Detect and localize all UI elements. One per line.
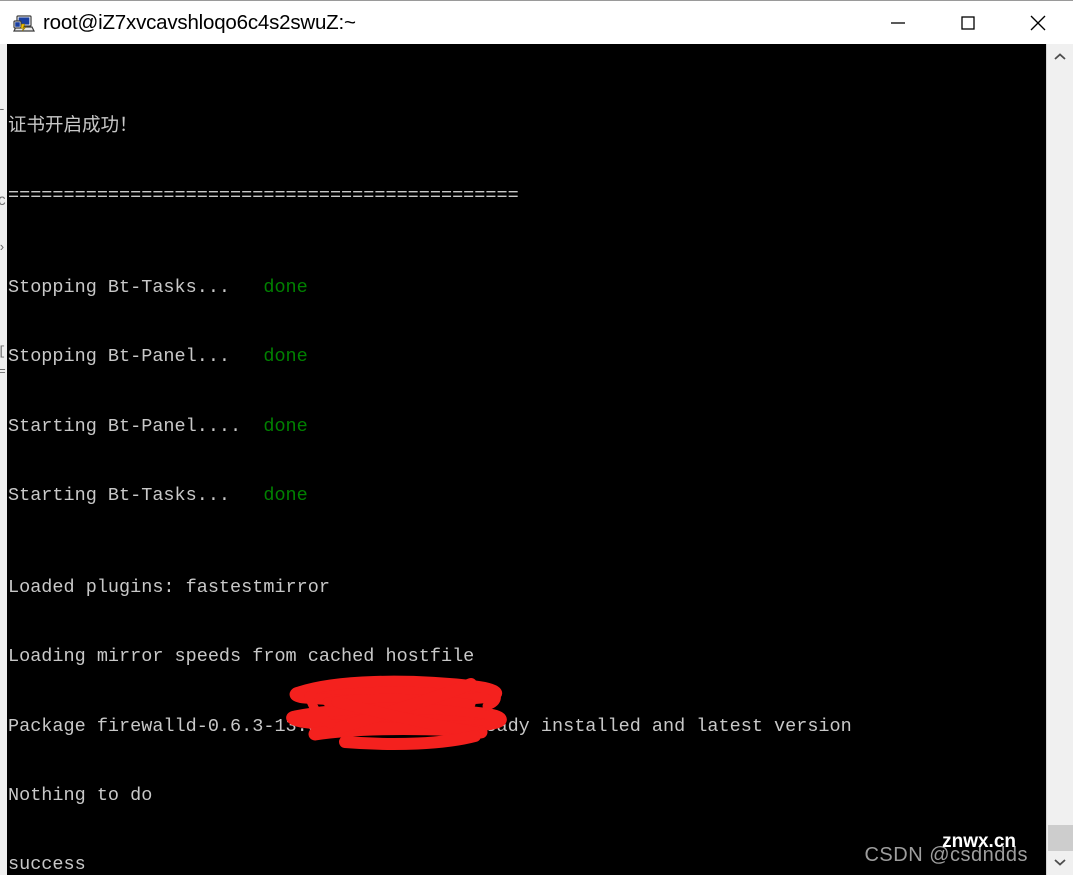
title-bar[interactable]: root@iZ7xvcavshloqo6c4s2swuZ:~: [0, 0, 1073, 45]
output-line: Package firewalld-0.6.3-13.el7_9.noarch …: [8, 715, 852, 737]
chevron-down-icon[interactable]: [1047, 851, 1073, 873]
background-window-sliver: -| C › [] =: [0, 44, 7, 875]
output-line: 证书开启成功！: [8, 115, 138, 137]
close-button[interactable]: [1003, 1, 1073, 45]
line-text: Starting Bt-Tasks...: [8, 484, 264, 506]
output-line: Stopping Bt-Tasks... done: [8, 276, 869, 299]
terminal-body[interactable]: -| C › [] = 证书开启成功！ ====================…: [0, 44, 1073, 875]
scrollbar-track[interactable]: [1047, 44, 1073, 875]
console-output: 证书开启成功！ ================================…: [7, 44, 869, 875]
output-line: ========================================…: [8, 184, 519, 206]
maximize-button[interactable]: [933, 1, 1003, 45]
window-title: root@iZ7xvcavshloqo6c4s2swuZ:~: [43, 10, 356, 34]
vertical-scrollbar[interactable]: [1046, 44, 1073, 875]
status-done: done: [263, 484, 308, 506]
scrollbar-thumb[interactable]: [1048, 825, 1073, 851]
terminal-window: root@iZ7xvcavshloqo6c4s2swuZ:~ C = 证书开启成…: [0, 0, 1073, 875]
status-done: done: [263, 415, 308, 437]
chevron-up-icon[interactable]: [1047, 46, 1073, 68]
terminal-screen[interactable]: 证书开启成功！ ================================…: [7, 44, 1046, 875]
output-line: Starting Bt-Panel.... done: [8, 415, 869, 438]
minimize-button[interactable]: [863, 1, 933, 45]
window-controls: [863, 1, 1073, 45]
output-line: Stopping Bt-Panel... done: [8, 345, 869, 368]
line-text: Starting Bt-Panel....: [8, 415, 264, 437]
line-text: Stopping Bt-Panel...: [8, 346, 264, 368]
output-line: Loaded plugins: fastestmirror: [8, 577, 330, 599]
status-done: done: [263, 346, 308, 368]
status-done: done: [263, 276, 308, 298]
line-text: Stopping Bt-Tasks...: [8, 276, 264, 298]
output-line: success: [8, 854, 86, 875]
putty-computer-icon: [12, 12, 36, 36]
znwx-watermark: znwx.cn: [942, 831, 1016, 852]
output-line: Loading mirror speeds from cached hostfi…: [8, 646, 475, 668]
output-line: Nothing to do: [8, 785, 153, 806]
output-line: Starting Bt-Tasks... done: [8, 484, 869, 507]
